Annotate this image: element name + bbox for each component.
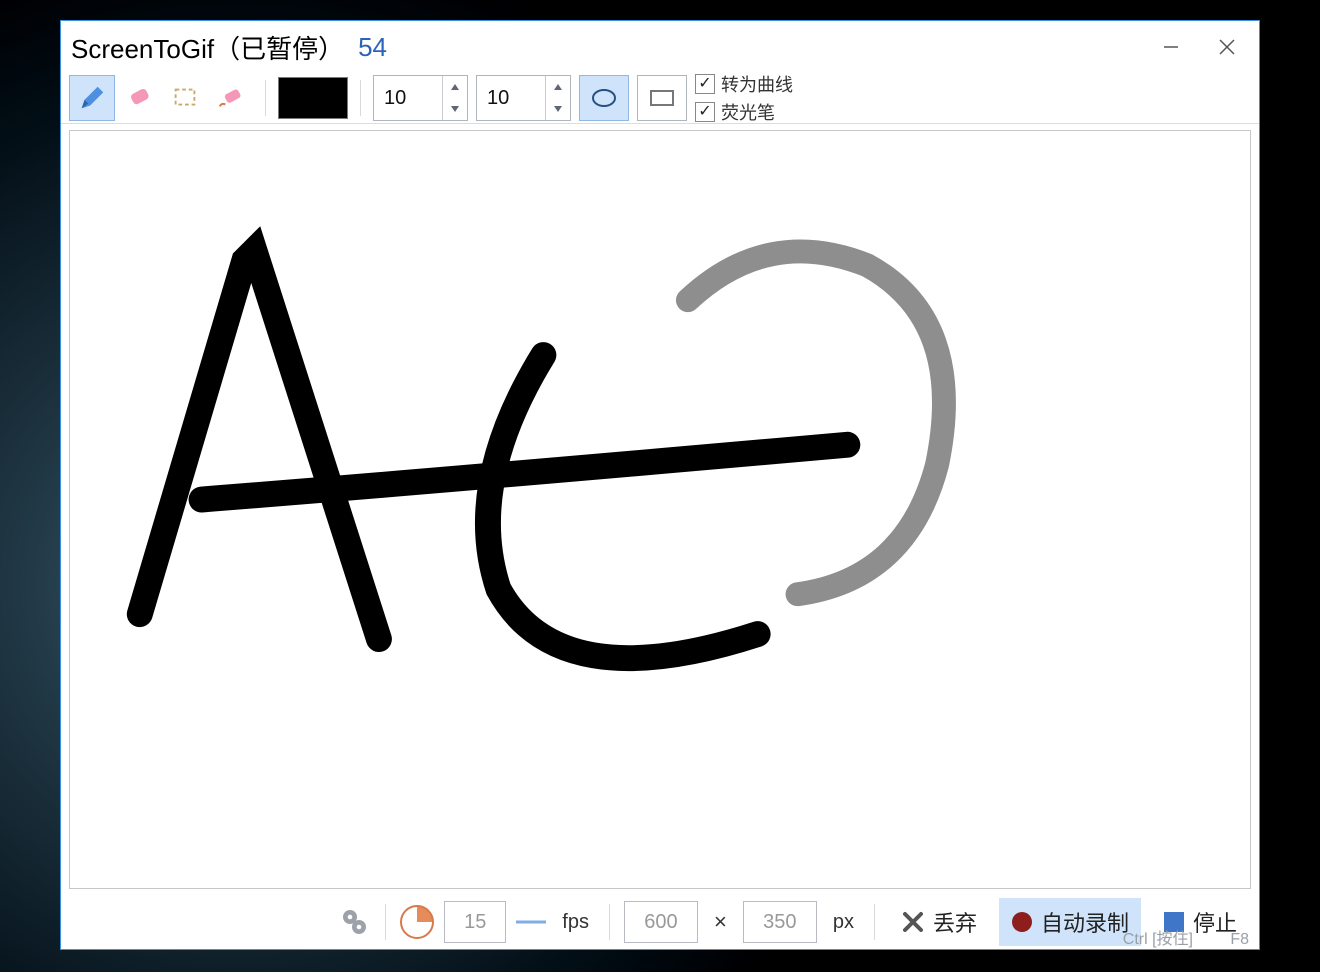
auto-record-label: 自动录制 xyxy=(1041,906,1129,938)
round-tip-button[interactable] xyxy=(579,75,629,121)
close-icon xyxy=(1217,37,1237,57)
status-separator xyxy=(874,904,875,940)
auto-record-button[interactable]: 自动录制 xyxy=(999,898,1141,946)
chevron-down-icon xyxy=(450,105,460,113)
minimize-icon xyxy=(1162,38,1180,56)
x-icon xyxy=(901,910,925,934)
stroke-width-value[interactable]: 10 xyxy=(374,76,442,120)
highlighter-label: 荧光笔 xyxy=(721,99,775,125)
window-title: ScreenToGif（已暂停） xyxy=(71,29,344,66)
convert-curve-checkbox[interactable]: ✓ xyxy=(695,74,715,94)
chevron-down-icon xyxy=(553,105,563,113)
ellipse-icon xyxy=(590,88,618,108)
size-times-symbol: × xyxy=(714,909,727,935)
height-input[interactable]: 350 xyxy=(743,901,817,943)
stroke-width-up[interactable] xyxy=(443,76,467,98)
square-tip-button[interactable] xyxy=(637,75,687,121)
status-separator xyxy=(385,904,386,940)
stop-icon xyxy=(1163,911,1185,933)
fps-unit-label: fps xyxy=(562,911,589,934)
chevron-up-icon xyxy=(553,83,563,91)
close-button[interactable] xyxy=(1199,27,1255,67)
eraser-width-stepper[interactable]: 10 xyxy=(476,75,571,121)
eraser-tool-button[interactable] xyxy=(117,75,161,119)
minimize-button[interactable] xyxy=(1143,27,1199,67)
settings-button[interactable] xyxy=(337,905,371,939)
discard-button[interactable]: 丢弃 xyxy=(889,898,989,946)
pen-tool-button[interactable] xyxy=(69,75,115,121)
record-icon xyxy=(1011,911,1033,933)
eraser-width-value[interactable]: 10 xyxy=(477,76,545,120)
stop-label: 停止 xyxy=(1193,906,1237,938)
status-bar: 15 fps 600 × 350 px 丢弃 自动录制 xyxy=(61,895,1259,949)
eraser-stroke-tool-button[interactable] xyxy=(209,75,253,119)
frame-count: 54 xyxy=(358,32,387,63)
gears-icon xyxy=(337,905,371,939)
stroke-width-stepper[interactable]: 10 xyxy=(373,75,468,121)
eraser-stroke-icon xyxy=(216,82,246,112)
rectangle-tool-button[interactable] xyxy=(163,75,207,119)
slider-icon[interactable] xyxy=(516,916,546,928)
toolbar-separator xyxy=(360,80,361,116)
toolbar-options: ✓ 转为曲线 ✓ 荧光笔 xyxy=(695,71,793,125)
pencil-icon xyxy=(77,83,107,113)
stop-button[interactable]: 停止 xyxy=(1151,898,1249,946)
discard-label: 丢弃 xyxy=(933,906,977,938)
titlebar[interactable]: ScreenToGif（已暂停） 54 xyxy=(61,21,1259,73)
tool-group-drawing xyxy=(69,75,253,121)
width-input[interactable]: 600 xyxy=(624,901,698,943)
status-separator xyxy=(609,904,610,940)
drawing-canvas[interactable] xyxy=(69,130,1251,889)
rectangle-select-icon xyxy=(170,82,200,112)
fps-indicator-icon xyxy=(400,905,434,939)
fps-input[interactable]: 15 xyxy=(444,901,506,943)
canvas-drawing xyxy=(70,131,1250,888)
rectangle-icon xyxy=(648,88,676,108)
toolbar-separator xyxy=(265,80,266,116)
top-toolbar: 10 10 ✓ 转为曲线 ✓ 荧光笔 xyxy=(61,73,1259,124)
chevron-up-icon xyxy=(450,83,460,91)
stroke-width-down[interactable] xyxy=(443,98,467,120)
stroke-color-swatch[interactable] xyxy=(278,77,348,119)
app-window: ScreenToGif（已暂停） 54 xyxy=(60,20,1260,950)
eraser-width-up[interactable] xyxy=(546,76,570,98)
size-unit-label: px xyxy=(833,911,854,934)
eraser-icon xyxy=(124,82,154,112)
convert-curve-label: 转为曲线 xyxy=(721,71,793,97)
highlighter-checkbox[interactable]: ✓ xyxy=(695,102,715,122)
eraser-width-down[interactable] xyxy=(546,98,570,120)
